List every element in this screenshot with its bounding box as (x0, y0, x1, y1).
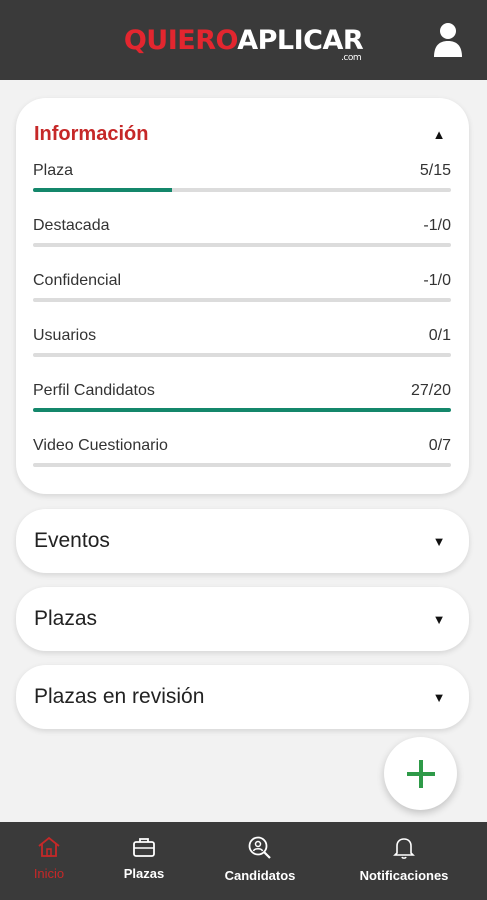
metric-value: 0/7 (428, 437, 451, 454)
nav-item-notificaciones[interactable]: Notificaciones (350, 822, 458, 900)
user-icon (434, 23, 462, 57)
section-title: Eventos (34, 529, 110, 552)
nav-label: Notificaciones (359, 868, 449, 883)
section-header[interactable]: Plazas en revisión ▼ (34, 665, 451, 729)
user-profile-button[interactable] (433, 22, 463, 58)
section-plazas[interactable]: Plazas ▼ (16, 587, 469, 651)
info-card: Información ▲ Plaza 5/15 Destacada -1/0 … (16, 98, 469, 494)
nav-label: Inicio (33, 866, 65, 881)
top-app-bar: QUIEROAPLICAR .com (0, 0, 487, 80)
metric-progress-track (33, 243, 451, 247)
briefcase-icon (133, 838, 155, 857)
caret-up-icon[interactable]: ▲ (427, 127, 451, 142)
nav-item-inicio[interactable]: Inicio (24, 822, 74, 900)
metric-plaza: Plaza 5/15 (33, 162, 451, 192)
section-title: Plazas en revisión (34, 685, 205, 708)
plus-icon (406, 759, 435, 788)
info-card-title: Información (34, 122, 149, 145)
caret-down-icon[interactable]: ▼ (427, 690, 451, 705)
metric-label: Perfil Candidatos (33, 382, 155, 399)
metric-label: Plaza (33, 162, 74, 179)
metric-progress-fill (33, 188, 173, 192)
section-header[interactable]: Eventos ▼ (34, 509, 451, 573)
section-plazas-en-revision[interactable]: Plazas en revisión ▼ (16, 665, 469, 729)
metric-progress-fill (33, 408, 451, 412)
metric-progress-track (33, 408, 451, 412)
nav-label: Plazas (123, 866, 165, 881)
info-card-header[interactable]: Información ▲ (34, 122, 451, 146)
nav-label: Candidatos (224, 868, 296, 883)
search-person-icon (248, 836, 271, 859)
metric-progress-track (33, 298, 451, 302)
bottom-navigation: Inicio Plazas Candidatos Notificaciones (0, 822, 487, 900)
metric-value: 27/20 (410, 382, 451, 399)
metric-usuarios: Usuarios 0/1 (33, 327, 451, 357)
metric-destacada: Destacada -1/0 (33, 217, 451, 247)
metric-value: 0/1 (428, 327, 451, 344)
caret-down-icon[interactable]: ▼ (427, 534, 451, 549)
metric-value: 5/15 (419, 162, 451, 179)
metric-label: Video Cuestionario (33, 437, 168, 454)
section-title: Plazas (34, 607, 98, 630)
metric-perfil-candidatos: Perfil Candidatos 27/20 (33, 382, 451, 412)
metric-label: Confidencial (33, 272, 122, 289)
app-logo: QUIEROAPLICAR .com (123, 24, 364, 63)
metric-progress-track (33, 188, 451, 192)
metric-progress-track (33, 353, 451, 357)
logo-part-quiero: QUIERO (123, 24, 238, 56)
home-icon (38, 836, 60, 857)
section-eventos[interactable]: Eventos ▼ (16, 509, 469, 573)
section-header[interactable]: Plazas ▼ (34, 587, 451, 651)
nav-item-plazas[interactable]: Plazas (116, 822, 172, 900)
caret-down-icon[interactable]: ▼ (427, 612, 451, 627)
metric-value: -1/0 (423, 217, 451, 234)
metric-video-cuestionario: Video Cuestionario 0/7 (33, 437, 451, 467)
metric-label: Usuarios (33, 327, 97, 344)
bell-icon (393, 838, 415, 859)
metric-progress-track (33, 463, 451, 467)
logo-part-aplicar: APLICAR (237, 24, 364, 56)
metric-label: Destacada (33, 217, 110, 234)
logo-suffix: .com (341, 52, 362, 63)
metric-value: -1/0 (423, 272, 451, 289)
metric-confidencial: Confidencial -1/0 (33, 272, 451, 302)
nav-item-candidatos[interactable]: Candidatos (214, 822, 306, 900)
add-fab-button[interactable] (384, 737, 457, 810)
